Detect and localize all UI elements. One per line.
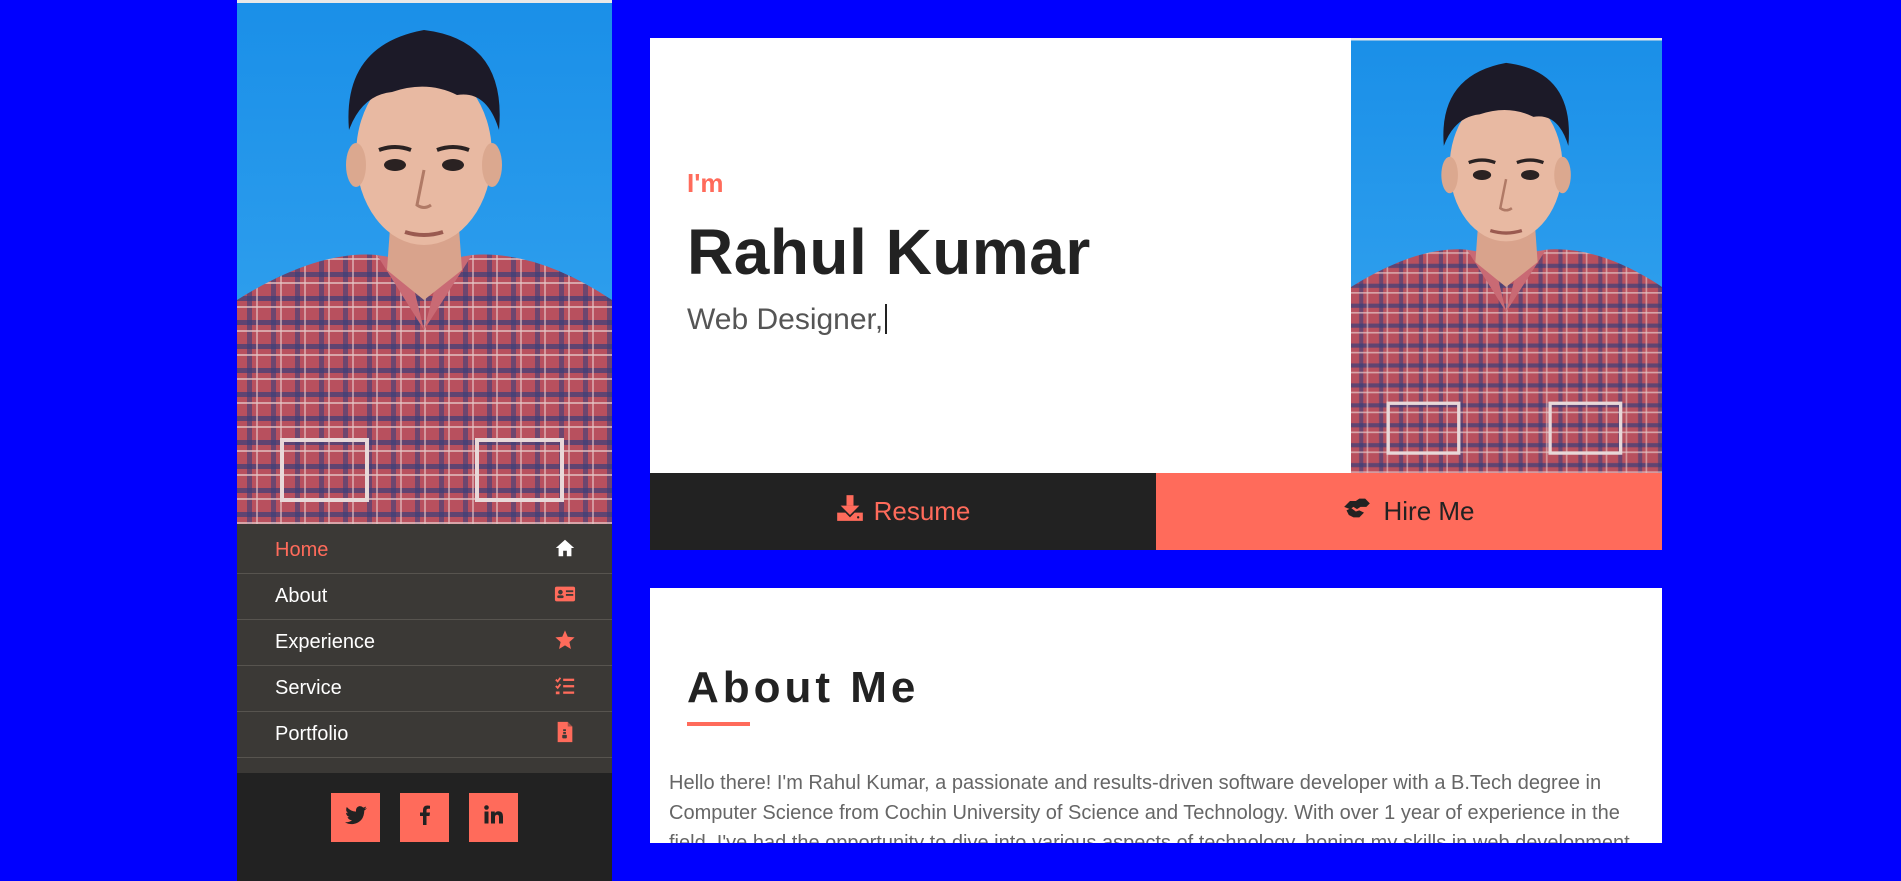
about-title: About Me [687, 663, 920, 712]
nav-item-portfolio[interactable]: Portfolio [237, 712, 612, 758]
nav-item-service[interactable]: Service [237, 666, 612, 712]
hire-me-button[interactable]: Hire Me [1156, 473, 1662, 550]
hire-label: Hire Me [1383, 496, 1475, 526]
hero-name: Rahul Kumar [687, 216, 1091, 288]
linkedin-icon [482, 803, 506, 832]
hero-greeting: I'm [687, 168, 724, 198]
about-description: Hello there! I'm Rahul Kumar, a passiona… [669, 772, 1630, 843]
hero-intro: I'm Rahul Kumar Web Designer, [687, 168, 1091, 337]
about-card: About Me Hello there! I'm Rahul Kumar, a… [650, 588, 1662, 843]
nav-item-about[interactable]: About [237, 574, 612, 620]
hero-photo [1351, 38, 1662, 473]
list-check-icon [554, 675, 576, 703]
profile-photo [237, 0, 612, 524]
facebook-button[interactable] [400, 793, 449, 842]
nav-item-label: Portfolio [275, 723, 349, 745]
home-icon [554, 537, 576, 565]
twitter-icon [344, 803, 368, 832]
hero-role: Web Designer, [687, 303, 884, 336]
resume-label: Resume [873, 496, 971, 526]
nav-item-label: Service [275, 677, 342, 699]
linkedin-button[interactable] [469, 793, 518, 842]
facebook-icon [413, 803, 437, 832]
nav-item-label: Experience [275, 631, 376, 653]
social-links [237, 773, 612, 881]
id-card-icon [554, 583, 576, 611]
typing-cursor [885, 304, 888, 334]
handshake-icon [1343, 494, 1371, 529]
title-underline [687, 722, 750, 726]
download-icon [836, 494, 864, 529]
hero-card: I'm Rahul Kumar Web Designer, Resume Hir… [650, 38, 1662, 550]
nav-item-home[interactable]: Home [237, 528, 612, 574]
hero-role-line: Web Designer, [687, 303, 1091, 337]
sidebar: Home About Experience Service Portfolio [237, 0, 612, 881]
hero-actions: Resume Hire Me [650, 473, 1662, 550]
nav-item-experience[interactable]: Experience [237, 620, 612, 666]
nav-item-label: About [275, 585, 328, 607]
twitter-button[interactable] [331, 793, 380, 842]
file-icon [554, 721, 576, 749]
side-nav: Home About Experience Service Portfolio [237, 524, 612, 773]
star-icon [554, 629, 576, 657]
resume-button[interactable]: Resume [650, 473, 1156, 550]
nav-item-label: Home [275, 539, 329, 561]
